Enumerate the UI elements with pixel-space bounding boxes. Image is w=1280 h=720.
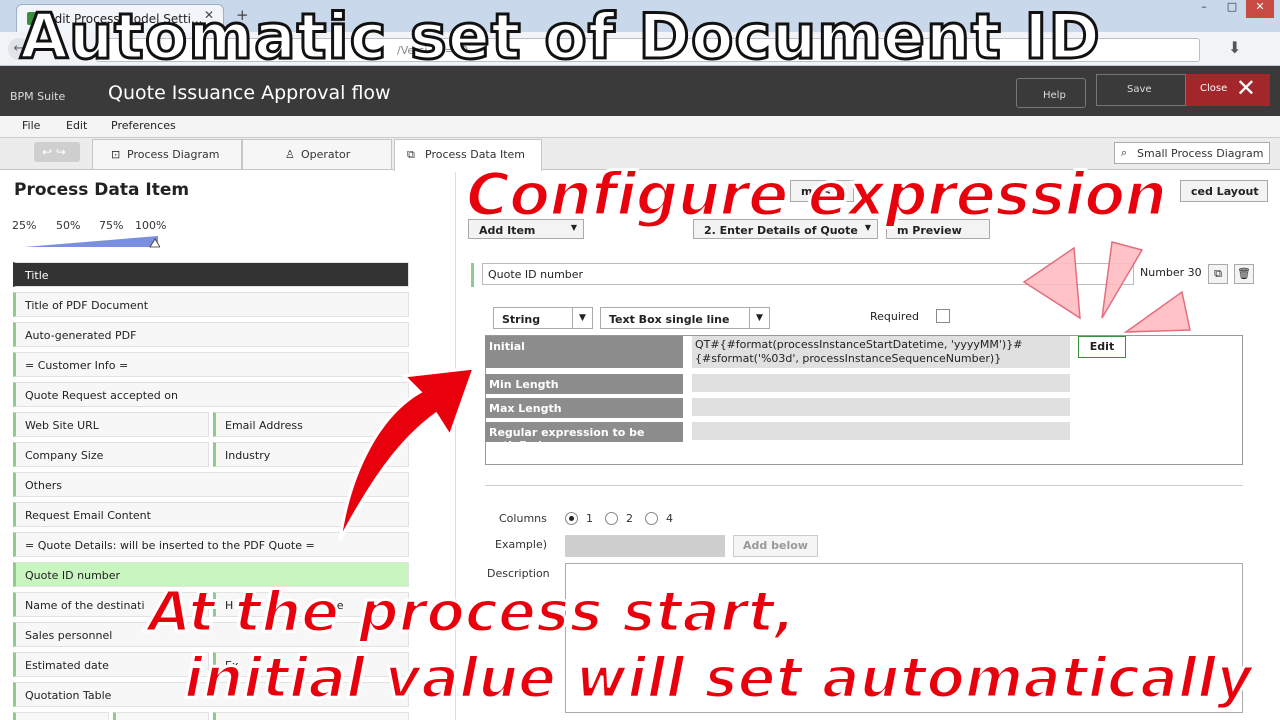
- annotation-start-line2: initial value will set automatically: [183, 645, 1255, 713]
- pointer-arrow-1: [1022, 246, 1081, 320]
- annotation-start-line1: At the process start,: [147, 579, 798, 647]
- pointer-arrow-2: [1101, 241, 1144, 319]
- pointer-arrow-3: [1123, 290, 1191, 333]
- annotation-configure: Configure expression: [464, 159, 1168, 232]
- curved-arrow: [338, 366, 477, 541]
- annotation-title: Automatic set of Document ID: [19, 0, 1102, 75]
